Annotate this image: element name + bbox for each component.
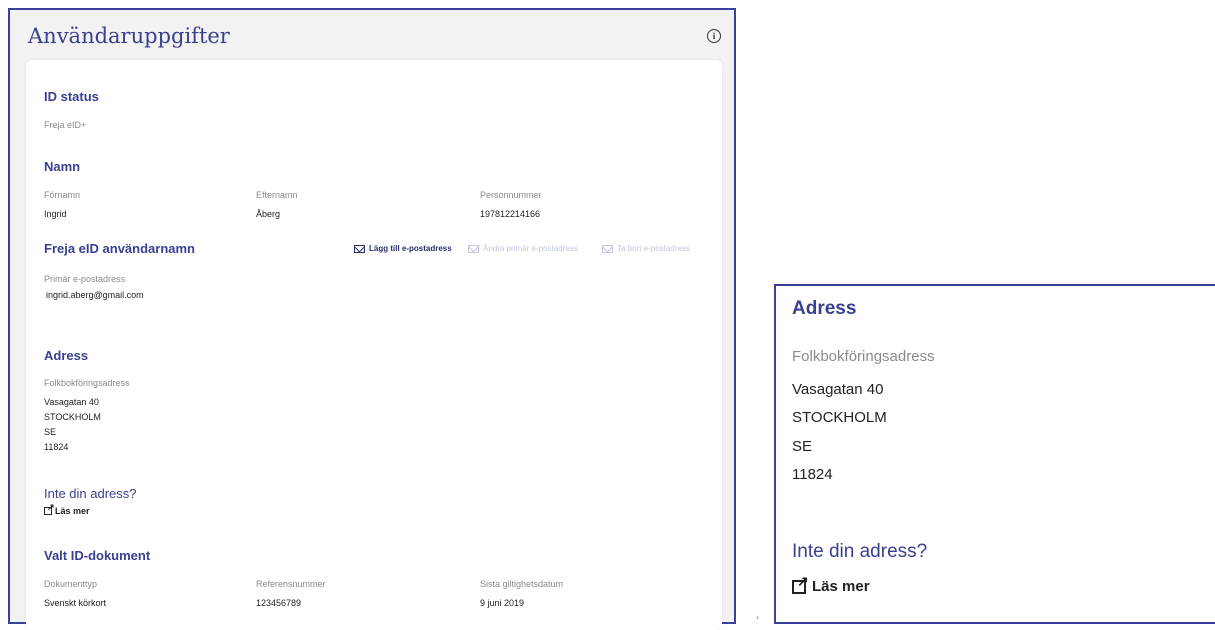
zoom-address-line: STOCKHOLM — [792, 409, 887, 426]
mail-icon — [468, 244, 479, 253]
personal-number-value: 197812214166 — [480, 209, 541, 219]
zoom-address-label: Folkbokföringsadress — [792, 348, 935, 365]
external-link-icon — [792, 573, 809, 594]
id-document-heading: Valt ID-dokument — [44, 548, 151, 563]
zoom-address-line: SE — [792, 438, 813, 455]
address-line: SE — [44, 427, 57, 437]
remove-email-button[interactable]: Ta bort e-postadress — [602, 244, 690, 253]
read-more-label: Läs mer — [55, 506, 90, 516]
add-email-button[interactable]: Lägg till e-postadress — [354, 244, 452, 253]
reference-number-value: 123456789 — [256, 598, 302, 608]
first-name-value: Ingrid — [44, 209, 67, 219]
pointer-mark: › — [756, 612, 759, 622]
read-more-link[interactable]: Läs mer — [44, 502, 90, 516]
zoom-read-more-link[interactable]: Läs mer — [792, 573, 870, 595]
remove-email-label: Ta bort e-postadress — [617, 244, 690, 253]
address-heading: Adress — [44, 348, 89, 363]
mail-icon — [602, 244, 613, 253]
page-title: Användaruppgifter — [28, 24, 230, 48]
primary-email-label: Primär e-postadress — [44, 274, 126, 284]
id-status-heading: ID status — [44, 89, 99, 104]
user-details-panel: Användaruppgifter i ID status Freja eID+… — [8, 8, 736, 630]
address-line: 11824 — [44, 442, 69, 452]
zoom-address-heading: Adress — [792, 298, 857, 319]
add-email-label: Lägg till e-postadress — [369, 244, 452, 253]
id-status-value: Freja eID+ — [44, 120, 87, 130]
username-heading: Freja eID användarnamn — [44, 241, 195, 256]
last-name-label: Efternamn — [256, 190, 298, 200]
personal-number-label: Personnummer — [480, 190, 542, 200]
zoom-address-line: 11824 — [792, 466, 833, 483]
first-name-label: Förnamn — [44, 190, 81, 200]
address-line: STOCKHOLM — [44, 412, 101, 422]
primary-email-value: ingrid.aberg@gmail.com — [46, 290, 144, 300]
change-primary-email-label: Ändra primär e-postadress — [483, 244, 578, 253]
document-type-value: Svenskt körkort — [44, 598, 107, 608]
expiry-date-value: 9 juni 2019 — [480, 598, 525, 608]
zoom-not-your-address-heading: Inte din adress? — [792, 541, 928, 562]
address-line: Vasagatan 40 — [44, 397, 99, 407]
details-card: ID status Freja eID+ Namn Förnamn Ingrid… — [26, 60, 722, 630]
address-label: Folkbokföringsadress — [44, 378, 130, 388]
mail-icon — [354, 244, 365, 253]
document-type-label: Dokumenttyp — [44, 579, 98, 589]
zoom-read-more-label: Läs mer — [812, 578, 870, 595]
zoom-address-line: Vasagatan 40 — [792, 381, 884, 398]
external-link-icon — [44, 502, 55, 515]
name-heading: Namn — [44, 159, 81, 174]
last-name-value: Åberg — [256, 209, 281, 219]
info-icon[interactable]: i — [707, 29, 721, 43]
expiry-date-label: Sista giltighetsdatum — [480, 579, 564, 589]
change-primary-email-button[interactable]: Ändra primär e-postadress — [468, 244, 578, 253]
not-your-address-heading: Inte din adress? — [44, 486, 137, 501]
reference-number-label: Referensnummer — [256, 579, 326, 589]
address-zoom-callout: Adress Folkbokföringsadress Vasagatan 40… — [774, 284, 1215, 624]
